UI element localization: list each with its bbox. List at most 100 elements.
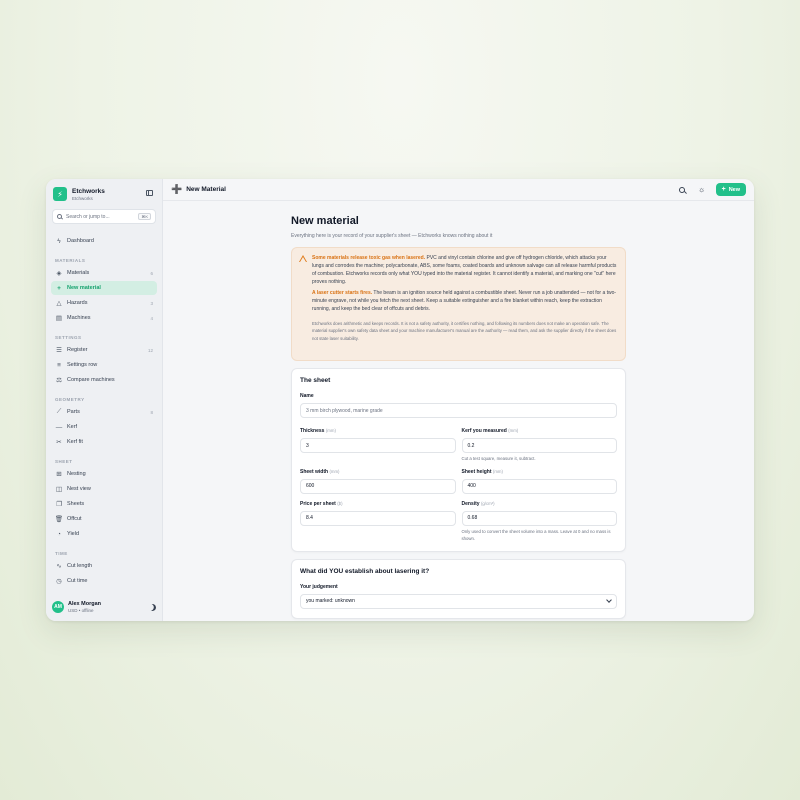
name-label: Name [300,393,314,399]
sidebar-item-sheets[interactable]: ❐ Sheets [51,497,157,511]
chevron-down-icon [606,597,612,603]
judgement-card: What did YOU establish about lasering it… [291,558,626,619]
sidebar-item-materials[interactable]: ◈ Materials 6 [51,266,157,280]
trash-icon: 🗑 [54,516,64,523]
page-subtitle: Everything here is your record of your s… [291,233,493,239]
kerf-field[interactable]: 0.2 [461,438,617,453]
sheet-card: The sheet Name 3 mm birch plywood, marin… [291,368,626,552]
price-label: Price per sheet [300,500,336,507]
copy-icon: ❐ [56,501,62,508]
density-help: Only used to convert the sheet volume in… [461,528,611,541]
thickness-unit: (mm) [325,428,336,433]
density-label: Density [461,500,480,507]
section-label-time: TIME [55,551,68,556]
card-title: What did YOU establish about lasering it… [300,567,430,575]
search-input[interactable]: Search or jump to... ⌘K [52,209,156,224]
topbar-title: New Material [186,186,226,193]
user-name: Alex Morgan [68,601,102,607]
plus-icon: + [57,284,61,292]
card-title: The sheet [300,377,331,384]
pie-icon: ◔ [57,530,61,538]
sidebar-item-nest-view[interactable]: ◫ Nest view [51,482,157,496]
warning-icon [299,255,307,262]
section-label-materials: MATERIALS [55,258,86,263]
sidebar-item-kerf[interactable]: — Kerf [51,420,157,434]
clock-icon: ◷ [56,578,62,585]
grid-icon: ⊞ [56,471,62,478]
brand[interactable]: ⚡ Etchworks Etchworks [53,187,105,201]
sidebar: ⚡ Etchworks Etchworks Search or jump to.… [46,179,163,621]
density-unit: (g/cm³) [480,500,495,506]
sidebar-item-offcut[interactable]: 🗑 Offcut [51,512,157,526]
warning-lead-toxic: Some materials release toxic gas when la… [312,255,426,261]
sidebar-item-dashboard[interactable]: ϟ Dashboard [51,234,157,248]
app-window: ⚡ Etchworks Etchworks Search or jump to.… [46,179,754,621]
section-label-sheet: SHEET [55,459,73,464]
scissors-icon: ✂ [56,439,62,446]
judgement-label: Your judgement [300,583,338,590]
width-field[interactable]: 600 [300,478,456,494]
judgement-select[interactable]: you marked: unknown [300,593,617,609]
bolt-icon: ⚡ [53,187,67,201]
page-title: New material [291,215,359,227]
search-button[interactable] [676,184,688,196]
warning-lead-fire: A laser cutter starts fires. [312,290,373,296]
sidebar-toggle-icon[interactable] [146,190,153,196]
avatar: AM [52,601,64,613]
page-content: New material Everything here is your rec… [291,215,626,619]
sliders-icon: ☰ [56,347,62,354]
sidebar-item-settings-row[interactable]: ≡ Settings row [51,358,157,372]
user-profile[interactable]: AM Alex Morgan USD • offline [51,598,157,616]
user-status: USD • offline [68,608,94,613]
width-label: Sheet width [300,468,329,475]
theme-toggle-button[interactable]: ☼ [696,184,708,196]
panel-icon: ◫ [55,486,63,493]
section-label-geometry: GEOMETRY [55,397,85,402]
judgement-value: you marked: unknown [306,598,355,605]
layers-icon: ◈ [56,270,62,277]
height-label: Sheet height [461,468,492,475]
list-icon: ≡ [57,361,61,369]
brand-sub: Etchworks [72,195,93,201]
density-field[interactable]: 0.68 [461,510,617,526]
ruler-icon: ⟋ [56,408,62,415]
minus-icon: — [55,423,63,431]
moon-icon[interactable] [148,603,157,612]
sidebar-item-yield[interactable]: ◔ Yield [51,527,157,541]
sidebar-item-machines[interactable]: ▤ Machines 4 [51,311,157,325]
sidebar-item-cut-length[interactable]: ∿ Cut length [51,559,157,573]
new-button[interactable]: + New [715,183,746,196]
thickness-label: Thickness [300,428,325,434]
warning-icon: △ [56,300,62,307]
height-unit: (mm) [492,468,503,474]
sidebar-item-hazards[interactable]: △ Hazards 3 [51,296,157,310]
name-field[interactable]: 3 mm birch plywood, marine grade [300,403,617,418]
price-unit: ($) [337,500,343,506]
sun-icon: ☼ [697,185,706,194]
sidebar-item-nesting[interactable]: ⊞ Nesting [51,467,157,481]
kerf-unit: (mm) [508,428,519,433]
sidebar-item-compare-machines[interactable]: ⚖ Compare machines [51,373,157,387]
scale-icon: ⚖ [56,377,62,384]
shortcut-badge: ⌘K [138,213,151,220]
height-field[interactable]: 400 [461,478,617,494]
search-icon [57,214,62,219]
brand-name: Etchworks [72,187,105,195]
machine-icon: ▤ [55,315,63,322]
bolt-icon: ϟ [57,237,61,245]
price-field[interactable]: 8.4 [300,510,456,526]
kerf-label: Kerf you measured [461,428,507,434]
sidebar-item-cut-time[interactable]: ◷ Cut time [51,574,157,588]
warning-disclaimer: Etchworks does arithmetic and keeps reco… [312,321,617,341]
topbar: ➕ New Material ☼ + New [163,179,754,201]
thickness-field[interactable]: 3 [300,438,456,453]
search-placeholder: Search or jump to... [66,213,110,220]
plus-icon: ➕ [171,184,183,194]
sidebar-item-new-material[interactable]: + New material [51,281,157,295]
activity-icon: ∿ [56,563,62,570]
section-label-settings: SETTINGS [55,335,82,340]
search-icon [678,186,685,193]
sidebar-item-register[interactable]: ☰ Register 12 [51,343,157,357]
sidebar-item-kerf-fit[interactable]: ✂ Kerf fit [51,435,157,449]
sidebar-item-parts[interactable]: ⟋ Parts 8 [51,405,157,419]
